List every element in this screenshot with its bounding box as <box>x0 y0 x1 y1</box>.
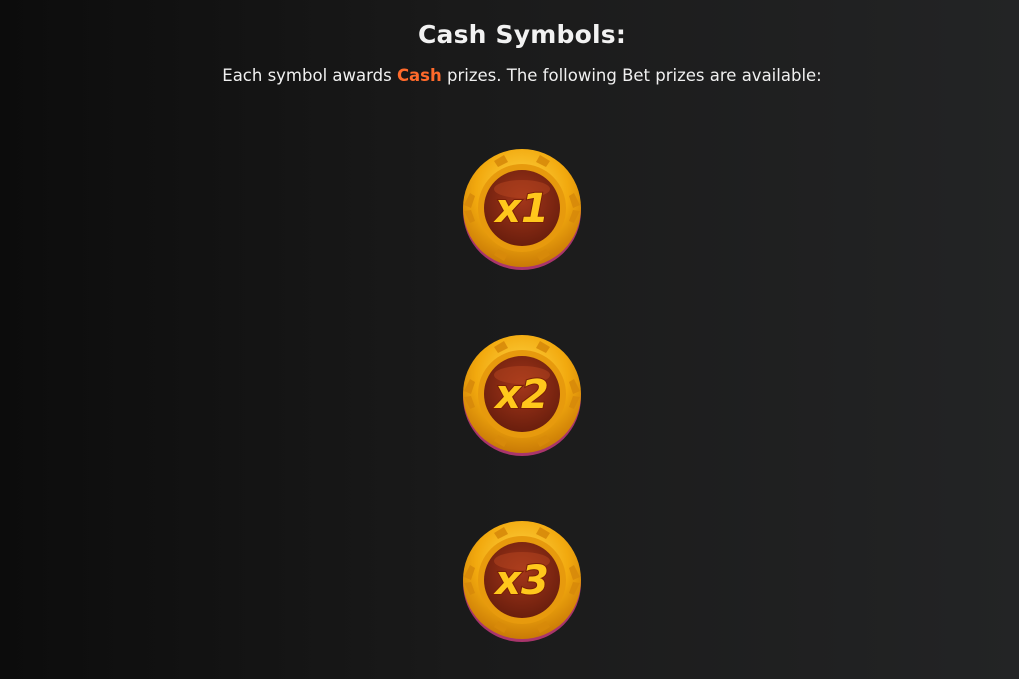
cash-symbol-x2: x2 <box>461 334 583 456</box>
description-text-end: prizes. The following Bet prizes are ava… <box>441 66 822 85</box>
cash-highlight: Cash <box>396 66 442 85</box>
symbol-multiplier-label: x2 <box>493 372 549 418</box>
cash-coin-icon: x3 <box>463 521 581 642</box>
cash-symbol-x1: x1 <box>461 148 583 270</box>
paytable-page: Cash Symbols: Each symbol awards Cash pr… <box>0 0 1019 679</box>
description-text-start: Each symbol awards <box>222 66 397 85</box>
cash-coin-icon: x2 <box>463 335 581 456</box>
cash-symbol-x3: x3 <box>461 520 583 642</box>
page-title: Cash Symbols: <box>417 20 627 49</box>
cash-symbols-description: Each symbol awards Cash prizes. The foll… <box>0 66 1019 85</box>
symbol-multiplier-label: x1 <box>493 186 549 232</box>
symbol-multiplier-label: x3 <box>493 558 549 604</box>
cash-coin-icon: x1 <box>463 149 581 270</box>
